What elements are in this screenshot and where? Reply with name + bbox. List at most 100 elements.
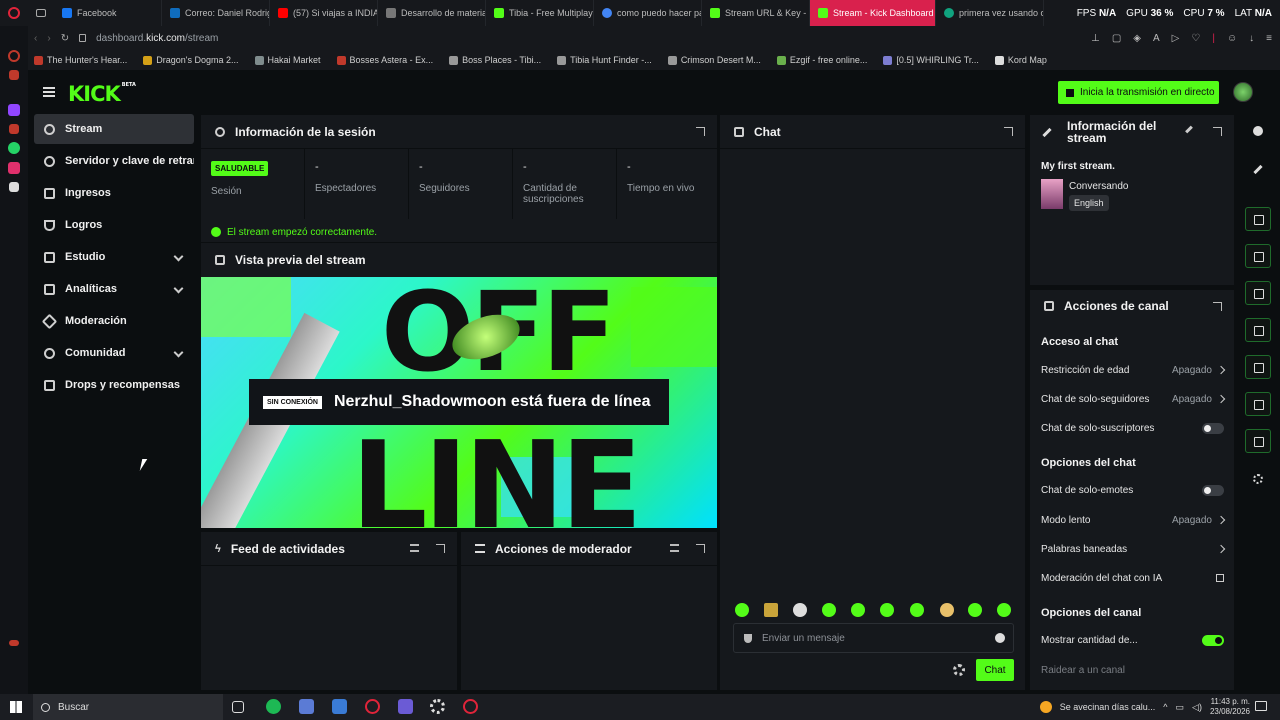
taskbar-search[interactable]: Buscar [33,694,223,720]
rail-button-session[interactable] [1245,355,1271,379]
network-icon[interactable]: ▭ [1176,702,1185,713]
sidebar-item-server-key[interactable]: Servidor y clave de retransmisión [34,146,194,176]
send-icon[interactable]: ▷ [1172,33,1180,44]
emote-icon[interactable] [910,603,924,617]
popout-icon[interactable] [1004,127,1013,136]
popout-icon[interactable] [696,127,705,136]
popout-icon[interactable] [696,544,705,553]
filter-icon[interactable] [410,544,419,552]
info-icon[interactable] [1253,126,1263,136]
menu-icon[interactable]: ≡ [1266,33,1272,44]
browser-tab[interactable]: Stream URL & Key - K [702,0,810,26]
rail-button-activity[interactable] [1245,244,1271,268]
app-icon[interactable] [299,699,314,714]
settings-gear-icon[interactable] [430,699,445,714]
emoji-icon[interactable] [995,633,1005,643]
browser-tab[interactable]: como puedo hacer pa [594,0,702,26]
rail-button-stream-info[interactable] [1245,429,1271,453]
bookmark-item[interactable]: Ezgif - free online... [776,55,867,65]
whatsapp-icon[interactable] [8,142,20,154]
banned-words-row[interactable]: Palabras baneadas [1041,539,1226,559]
tray-overflow-icon[interactable]: ^ [1163,702,1167,712]
popout-icon[interactable] [1213,127,1222,136]
edit-pencil-icon[interactable] [1185,125,1193,134]
chat-send-button[interactable]: Chat [976,659,1014,681]
followers-only-row[interactable]: Chat de solo-seguidores Apagado [1041,389,1226,409]
browser-tab[interactable]: Facebook [54,0,162,26]
emote-icon[interactable] [997,603,1011,617]
rail-button-channel-actions[interactable] [1245,392,1271,416]
bookmark-item[interactable]: Kord Map [994,55,1047,65]
sidebar-item-studio[interactable]: Estudio [34,242,194,272]
emote-icon[interactable] [764,603,778,617]
subs-only-toggle[interactable] [1202,422,1224,434]
back-icon[interactable]: ‹ [34,33,37,44]
hamburger-menu-icon[interactable] [43,87,55,97]
task-view-icon[interactable] [232,701,244,713]
chat-message-input[interactable]: Enviar un mensaje [733,623,1014,653]
emote-icon[interactable] [793,603,807,617]
bookmark-item[interactable]: Tibia Hunt Finder -... [557,55,652,65]
rail-button-preview[interactable] [1245,207,1271,231]
browser-tab[interactable]: primera vez usando o [936,0,1044,26]
sidebar-item-moderation[interactable]: Moderación [34,306,194,336]
browser-tab[interactable]: Tibia - Free Multiplaye [486,0,594,26]
bookmark-item[interactable]: Dragon's Dogma 2... [143,55,239,65]
bookmark-item[interactable]: Crimson Desert M... [667,55,761,65]
shield-icon[interactable]: ◈ [1133,33,1141,44]
go-live-button[interactable]: Inicia la transmisión en directo [1058,81,1219,104]
kick-logo[interactable]: KICK BETA [68,82,136,106]
browser-tab-active[interactable]: Stream - Kick Dashboard [810,0,936,26]
opera-gx-icon[interactable] [365,699,380,714]
more-widgets-icon[interactable] [1253,474,1263,484]
browser-tab[interactable]: Desarrollo de materia [378,0,486,26]
translate-icon[interactable]: A [1153,33,1160,44]
sidebar-item-stream[interactable]: Stream [34,114,194,144]
bookmark-item[interactable]: Hakai Market [254,55,321,65]
emote-icon[interactable] [940,603,954,617]
twitch-icon[interactable] [8,104,20,116]
bookmark-item[interactable]: The Hunter's Hear... [34,55,127,65]
notifications-icon[interactable] [1255,701,1267,711]
sidebar-item-income[interactable]: Ingresos [34,178,194,208]
emote-icon[interactable] [822,603,836,617]
bookmark-item[interactable]: Bosses Astera - Ex... [336,55,433,65]
bookmark-item[interactable]: Boss Places - Tibi... [449,55,541,65]
ai-moderation-row[interactable]: Moderación del chat con IA [1041,568,1224,588]
browser-tab[interactable]: Correo: Daniel Rodrig [162,0,270,26]
opera-icon[interactable] [463,699,478,714]
taskbar-clock[interactable]: 11:43 p. m. 23/08/2026 [1210,697,1250,717]
popout-icon[interactable] [436,544,445,553]
show-count-toggle[interactable] [1202,634,1224,646]
sidebar-item-analytics[interactable]: Analíticas [34,274,194,304]
emote-icon[interactable] [880,603,894,617]
emote-icon[interactable] [851,603,865,617]
url-field[interactable]: dashboard.kick.com/stream [96,33,218,44]
sidebar-item-drops[interactable]: Drops y recompensas [34,370,194,400]
calculator-icon[interactable] [332,699,347,714]
filter-icon[interactable] [670,544,679,552]
user-avatar[interactable] [1233,82,1253,102]
popout-icon[interactable] [1213,302,1222,311]
history-icon[interactable] [8,50,20,62]
edit-pencil-icon[interactable] [1253,164,1263,175]
volume-icon[interactable]: ◁) [1192,702,1202,713]
aria-icon[interactable] [9,70,19,80]
raid-channel-row[interactable]: Raidear a un canal [1041,660,1224,680]
emotes-only-toggle[interactable] [1202,484,1224,496]
tab-menu-icon[interactable] [28,0,54,26]
download-icon[interactable]: ↓ [1249,33,1254,44]
discord-icon[interactable] [398,699,413,714]
chat-settings-gear-icon[interactable] [953,664,965,676]
rail-button-chat[interactable] [1245,318,1271,342]
browser-tab[interactable]: (57) Si viajas a INDIA [270,0,378,26]
sidebar-item-community[interactable]: Comunidad [34,338,194,368]
x-icon[interactable] [9,182,19,192]
emote-icon[interactable] [735,603,749,617]
reload-icon[interactable]: ↻ [61,33,69,44]
bookmark-item[interactable]: [0.5] WHIRLING Tr... [883,55,979,65]
slow-mode-row[interactable]: Modo lento Apagado [1041,510,1226,530]
snapshot-icon[interactable]: ▢ [1112,33,1121,44]
heart-icon[interactable]: ♡ [1191,33,1200,44]
instagram-icon[interactable] [8,162,20,174]
